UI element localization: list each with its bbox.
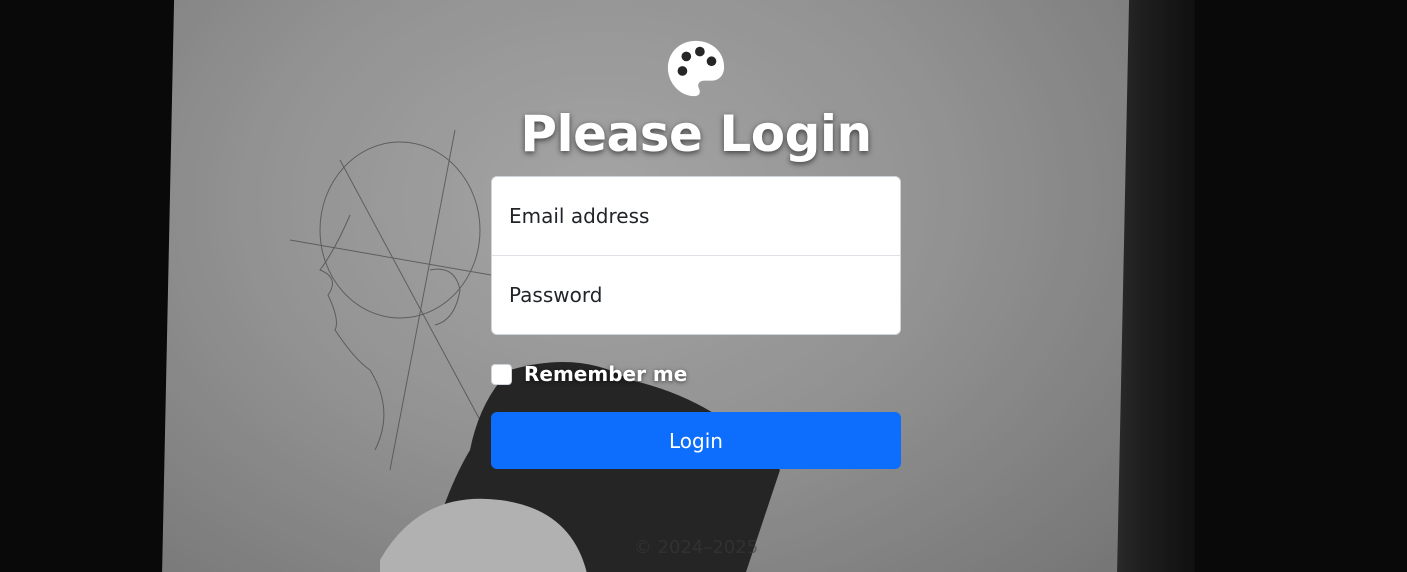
copyright-footer: © 2024–2025 [633, 537, 759, 558]
credentials-group [491, 176, 901, 335]
password-field[interactable] [492, 256, 900, 334]
login-button[interactable]: Login [491, 412, 901, 469]
page-title: Please Login [520, 105, 872, 163]
remember-me-row: Remember me [491, 362, 901, 386]
palette-icon [667, 40, 725, 97]
remember-me-checkbox[interactable] [491, 363, 512, 385]
remember-me-label[interactable]: Remember me [524, 362, 687, 386]
login-form: Please Login Remember me Login [491, 38, 901, 469]
email-field[interactable] [492, 177, 900, 255]
